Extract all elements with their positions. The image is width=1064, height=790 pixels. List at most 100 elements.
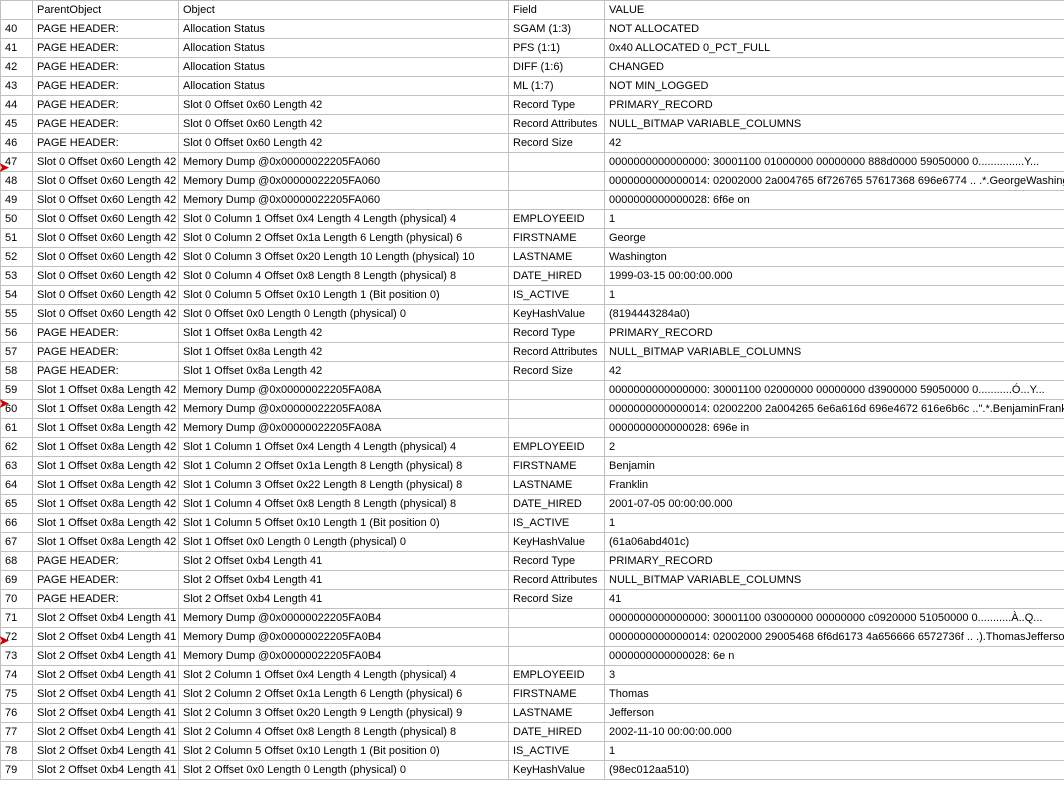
cell-rownum[interactable]: 70 (1, 590, 33, 609)
cell-rownum[interactable]: 52 (1, 248, 33, 267)
cell-field[interactable]: IS_ACTIVE (509, 742, 605, 761)
cell-rownum[interactable]: 63 (1, 457, 33, 476)
cell-object[interactable]: Allocation Status (179, 39, 509, 58)
cell-rownum[interactable]: 45 (1, 115, 33, 134)
cell-rownum[interactable]: 42 (1, 58, 33, 77)
cell-object[interactable]: Memory Dump @0x00000022205FA08A (179, 381, 509, 400)
cell-field[interactable]: FIRSTNAME (509, 457, 605, 476)
table-row[interactable]: 52Slot 0 Offset 0x60 Length 42Slot 0 Col… (1, 248, 1064, 267)
cell-value[interactable]: 1 (605, 742, 1064, 761)
cell-value[interactable]: 1 (605, 286, 1064, 305)
table-row[interactable]: 50Slot 0 Offset 0x60 Length 42Slot 0 Col… (1, 210, 1064, 229)
cell-rownum[interactable]: 50 (1, 210, 33, 229)
header-value[interactable]: VALUE (605, 1, 1064, 20)
cell-object[interactable]: Slot 2 Offset 0xb4 Length 41 (179, 590, 509, 609)
table-row[interactable]: 78Slot 2 Offset 0xb4 Length 41Slot 2 Col… (1, 742, 1064, 761)
cell-field[interactable]: Record Size (509, 590, 605, 609)
table-row[interactable]: 58PAGE HEADER:Slot 1 Offset 0x8a Length … (1, 362, 1064, 381)
table-row[interactable]: 61Slot 1 Offset 0x8a Length 42Memory Dum… (1, 419, 1064, 438)
cell-field[interactable]: Record Type (509, 96, 605, 115)
cell-value[interactable]: 0000000000000014: 02002000 29005468 6f6d… (605, 628, 1064, 647)
cell-field[interactable]: Record Type (509, 324, 605, 343)
table-row[interactable]: 57PAGE HEADER:Slot 1 Offset 0x8a Length … (1, 343, 1064, 362)
cell-value[interactable]: 1999-03-15 00:00:00.000 (605, 267, 1064, 286)
cell-field[interactable] (509, 172, 605, 191)
cell-field[interactable]: Record Attributes (509, 571, 605, 590)
cell-object[interactable]: Slot 1 Column 3 Offset 0x22 Length 8 Len… (179, 476, 509, 495)
cell-field[interactable]: EMPLOYEEID (509, 210, 605, 229)
cell-rownum[interactable]: 66 (1, 514, 33, 533)
table-row[interactable]: 41PAGE HEADER:Allocation StatusPFS (1:1)… (1, 39, 1064, 58)
cell-value[interactable]: 3 (605, 666, 1064, 685)
cell-field[interactable]: EMPLOYEEID (509, 666, 605, 685)
cell-parent[interactable]: Slot 1 Offset 0x8a Length 42 (33, 419, 179, 438)
cell-object[interactable]: Slot 1 Offset 0x8a Length 42 (179, 343, 509, 362)
cell-object[interactable]: Slot 0 Column 1 Offset 0x4 Length 4 Leng… (179, 210, 509, 229)
cell-parent[interactable]: Slot 1 Offset 0x8a Length 42 (33, 400, 179, 419)
cell-parent[interactable]: Slot 2 Offset 0xb4 Length 41 (33, 628, 179, 647)
cell-object[interactable]: Slot 2 Column 3 Offset 0x20 Length 9 Len… (179, 704, 509, 723)
cell-object[interactable]: Slot 1 Column 2 Offset 0x1a Length 8 Len… (179, 457, 509, 476)
cell-object[interactable]: Slot 2 Column 1 Offset 0x4 Length 4 Leng… (179, 666, 509, 685)
cell-value[interactable]: George (605, 229, 1064, 248)
cell-field[interactable]: Record Attributes (509, 115, 605, 134)
cell-field[interactable]: FIRSTNAME (509, 685, 605, 704)
cell-parent[interactable]: Slot 2 Offset 0xb4 Length 41 (33, 685, 179, 704)
cell-rownum[interactable]: 77 (1, 723, 33, 742)
cell-field[interactable]: DATE_HIRED (509, 495, 605, 514)
cell-rownum[interactable]: 53 (1, 267, 33, 286)
cell-rownum[interactable]: 79 (1, 761, 33, 780)
cell-value[interactable]: (61a06abd401c) (605, 533, 1064, 552)
cell-parent[interactable]: Slot 2 Offset 0xb4 Length 41 (33, 761, 179, 780)
cell-parent[interactable]: Slot 0 Offset 0x60 Length 42 (33, 172, 179, 191)
table-row[interactable]: 56PAGE HEADER:Slot 1 Offset 0x8a Length … (1, 324, 1064, 343)
cell-object[interactable]: Slot 2 Column 4 Offset 0x8 Length 8 Leng… (179, 723, 509, 742)
cell-value[interactable]: 42 (605, 362, 1064, 381)
cell-parent[interactable]: Slot 2 Offset 0xb4 Length 41 (33, 704, 179, 723)
cell-value[interactable]: Thomas (605, 685, 1064, 704)
header-parent[interactable]: ParentObject (33, 1, 179, 20)
cell-value[interactable]: 1 (605, 514, 1064, 533)
table-row[interactable]: 42PAGE HEADER:Allocation StatusDIFF (1:6… (1, 58, 1064, 77)
cell-rownum[interactable]: 74 (1, 666, 33, 685)
cell-value[interactable]: 2002-11-10 00:00:00.000 (605, 723, 1064, 742)
cell-rownum[interactable]: 55 (1, 305, 33, 324)
cell-parent[interactable]: PAGE HEADER: (33, 571, 179, 590)
cell-object[interactable]: Memory Dump @0x00000022205FA08A (179, 419, 509, 438)
cell-parent[interactable]: Slot 0 Offset 0x60 Length 42 (33, 305, 179, 324)
table-row[interactable]: 67Slot 1 Offset 0x8a Length 42Slot 1 Off… (1, 533, 1064, 552)
cell-parent[interactable]: Slot 1 Offset 0x8a Length 42 (33, 533, 179, 552)
cell-field[interactable]: LASTNAME (509, 476, 605, 495)
cell-field[interactable] (509, 400, 605, 419)
cell-parent[interactable]: Slot 1 Offset 0x8a Length 42 (33, 381, 179, 400)
cell-field[interactable]: EMPLOYEEID (509, 438, 605, 457)
cell-value[interactable]: 1 (605, 210, 1064, 229)
cell-rownum[interactable]: 46 (1, 134, 33, 153)
cell-object[interactable]: Memory Dump @0x00000022205FA060 (179, 172, 509, 191)
cell-value[interactable]: 0000000000000014: 02002200 2a004265 6e6a… (605, 400, 1064, 419)
cell-value[interactable]: 0000000000000000: 30001100 02000000 0000… (605, 381, 1064, 400)
cell-object[interactable]: Slot 2 Offset 0xb4 Length 41 (179, 571, 509, 590)
header-field[interactable]: Field (509, 1, 605, 20)
table-row[interactable]: 71Slot 2 Offset 0xb4 Length 41Memory Dum… (1, 609, 1064, 628)
cell-rownum[interactable]: 57 (1, 343, 33, 362)
table-row[interactable]: 69PAGE HEADER:Slot 2 Offset 0xb4 Length … (1, 571, 1064, 590)
cell-field[interactable] (509, 609, 605, 628)
cell-object[interactable]: Memory Dump @0x00000022205FA0B4 (179, 609, 509, 628)
cell-field[interactable]: LASTNAME (509, 704, 605, 723)
cell-parent[interactable]: PAGE HEADER: (33, 590, 179, 609)
cell-object[interactable]: Memory Dump @0x00000022205FA0B4 (179, 647, 509, 666)
cell-object[interactable]: Memory Dump @0x00000022205FA08A (179, 400, 509, 419)
cell-parent[interactable]: Slot 1 Offset 0x8a Length 42 (33, 476, 179, 495)
cell-object[interactable]: Slot 1 Column 4 Offset 0x8 Length 8 Leng… (179, 495, 509, 514)
cell-parent[interactable]: Slot 1 Offset 0x8a Length 42 (33, 495, 179, 514)
cell-value[interactable]: Washington (605, 248, 1064, 267)
table-row[interactable]: 62Slot 1 Offset 0x8a Length 42Slot 1 Col… (1, 438, 1064, 457)
cell-field[interactable]: DATE_HIRED (509, 267, 605, 286)
cell-parent[interactable]: Slot 0 Offset 0x60 Length 42 (33, 267, 179, 286)
cell-field[interactable]: IS_ACTIVE (509, 514, 605, 533)
cell-object[interactable]: Memory Dump @0x00000022205FA060 (179, 153, 509, 172)
cell-field[interactable]: Record Size (509, 362, 605, 381)
cell-parent[interactable]: Slot 1 Offset 0x8a Length 42 (33, 457, 179, 476)
table-row[interactable]: 76Slot 2 Offset 0xb4 Length 41Slot 2 Col… (1, 704, 1064, 723)
